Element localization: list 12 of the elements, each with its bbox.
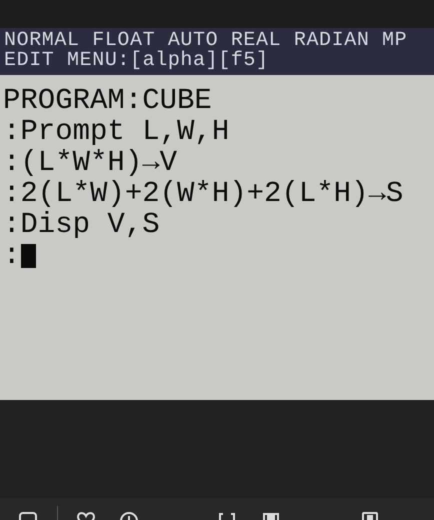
cursor — [21, 244, 36, 268]
code-line: :Prompt L,W,H — [3, 116, 230, 147]
program-title: PROGRAM:CUBE — [3, 85, 212, 116]
heart-icon[interactable] — [77, 512, 95, 520]
code-line: :Disp V,S — [3, 209, 160, 240]
code-line: :2(L*W)+2(W*H)+2(L*H)→S — [3, 178, 404, 209]
hint-line: EDIT MENU:[alpha][f5] — [4, 51, 270, 71]
mode-line: NORMAL FLOAT AUTO REAL RADIAN MP — [4, 31, 408, 51]
window-icon[interactable] — [19, 512, 37, 520]
code-line: :(L*W*H)→V — [3, 147, 178, 178]
code-line: : — [3, 240, 20, 271]
info-icon[interactable] — [120, 512, 138, 520]
